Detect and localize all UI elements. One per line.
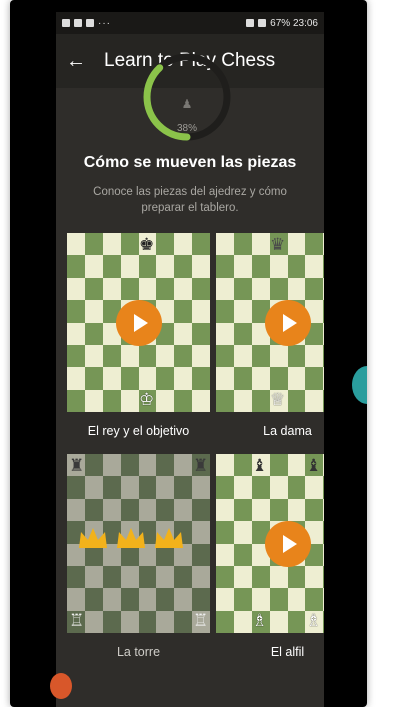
phone-frame: ··· 67% 23:06 ← Learn to Play Chess ♟ 38… xyxy=(10,0,367,707)
app-screen: ··· 67% 23:06 ← Learn to Play Chess ♟ 38… xyxy=(56,12,324,707)
chess-board: ♝ ♝ ♗ ♗ xyxy=(216,454,324,633)
status-battery-time: 67% 23:06 xyxy=(270,17,318,29)
crown-icon xyxy=(117,528,145,548)
lesson-label: El rey y el objetivo xyxy=(87,424,190,438)
black-rook-icon: ♜ xyxy=(69,456,85,475)
floating-side-button[interactable] xyxy=(352,366,367,404)
chess-board: ♛ ♕ xyxy=(216,233,324,412)
white-bishop-icon: ♗ xyxy=(306,611,322,630)
play-icon xyxy=(133,313,148,332)
black-bishop-icon: ♝ xyxy=(306,456,322,475)
white-bishop-icon: ♗ xyxy=(252,611,268,630)
white-king-icon: ♔ xyxy=(139,390,155,409)
lesson-label: La torre xyxy=(116,645,161,659)
white-rook-icon: ♖ xyxy=(193,611,209,630)
lesson-label: La dama xyxy=(263,424,312,438)
black-rook-icon: ♜ xyxy=(193,456,209,475)
white-rook-icon: ♖ xyxy=(69,611,85,630)
notification-icon xyxy=(74,19,82,27)
lesson-card-queen[interactable]: ♛ ♕ La dama xyxy=(216,233,324,446)
play-icon xyxy=(282,534,297,553)
lesson-label: El alfil xyxy=(270,645,305,659)
mail-icon xyxy=(86,19,94,27)
black-queen-icon: ♛ xyxy=(270,235,286,254)
play-button[interactable] xyxy=(115,299,162,346)
section-subtitle: Conoce las piezas del ajedrez y cómo pre… xyxy=(93,186,287,214)
lesson-card-bishop[interactable]: ♝ ♝ ♗ ♗ El alfil xyxy=(216,454,324,667)
crown-icon xyxy=(79,528,107,548)
cast-icon xyxy=(246,19,255,27)
progress-percent: 38% xyxy=(177,123,198,134)
section-title: Cómo se mueven las piezas xyxy=(83,154,297,171)
crown-rating xyxy=(77,526,185,552)
chess-board: ♜ ♜ ♖ ♖ xyxy=(67,454,210,633)
whatsapp-icon xyxy=(62,19,70,27)
lesson-card-king[interactable]: ♚ ♔ El rey y el objetivo xyxy=(67,233,210,446)
crown-icon xyxy=(155,528,183,548)
pawn-icon: ♟ xyxy=(182,97,193,111)
black-king-icon: ♚ xyxy=(139,235,155,254)
back-arrow-icon[interactable]: ← xyxy=(66,50,92,73)
more-dots-icon: ··· xyxy=(98,17,111,29)
black-bishop-icon: ♝ xyxy=(252,456,268,475)
play-button[interactable] xyxy=(264,299,311,346)
play-icon xyxy=(282,313,297,332)
lesson-card-rook[interactable]: ♜ ♜ ♖ ♖ La torre xyxy=(67,454,210,667)
status-indicators: 67% 23:06 xyxy=(246,18,318,29)
white-queen-icon: ♕ xyxy=(270,390,286,409)
play-button[interactable] xyxy=(264,520,311,567)
progress-indicator: ♟ 38% xyxy=(56,53,324,144)
vibrate-icon xyxy=(258,19,267,27)
status-notifications: ··· xyxy=(62,18,111,29)
lesson-grid: ♚ ♔ El rey y el objetivo ♛ ♕ La dama ♜ ♜ xyxy=(67,233,324,667)
status-bar: ··· 67% 23:06 xyxy=(56,12,324,34)
floating-side-button[interactable] xyxy=(50,673,72,699)
chess-board: ♚ ♔ xyxy=(67,233,210,412)
